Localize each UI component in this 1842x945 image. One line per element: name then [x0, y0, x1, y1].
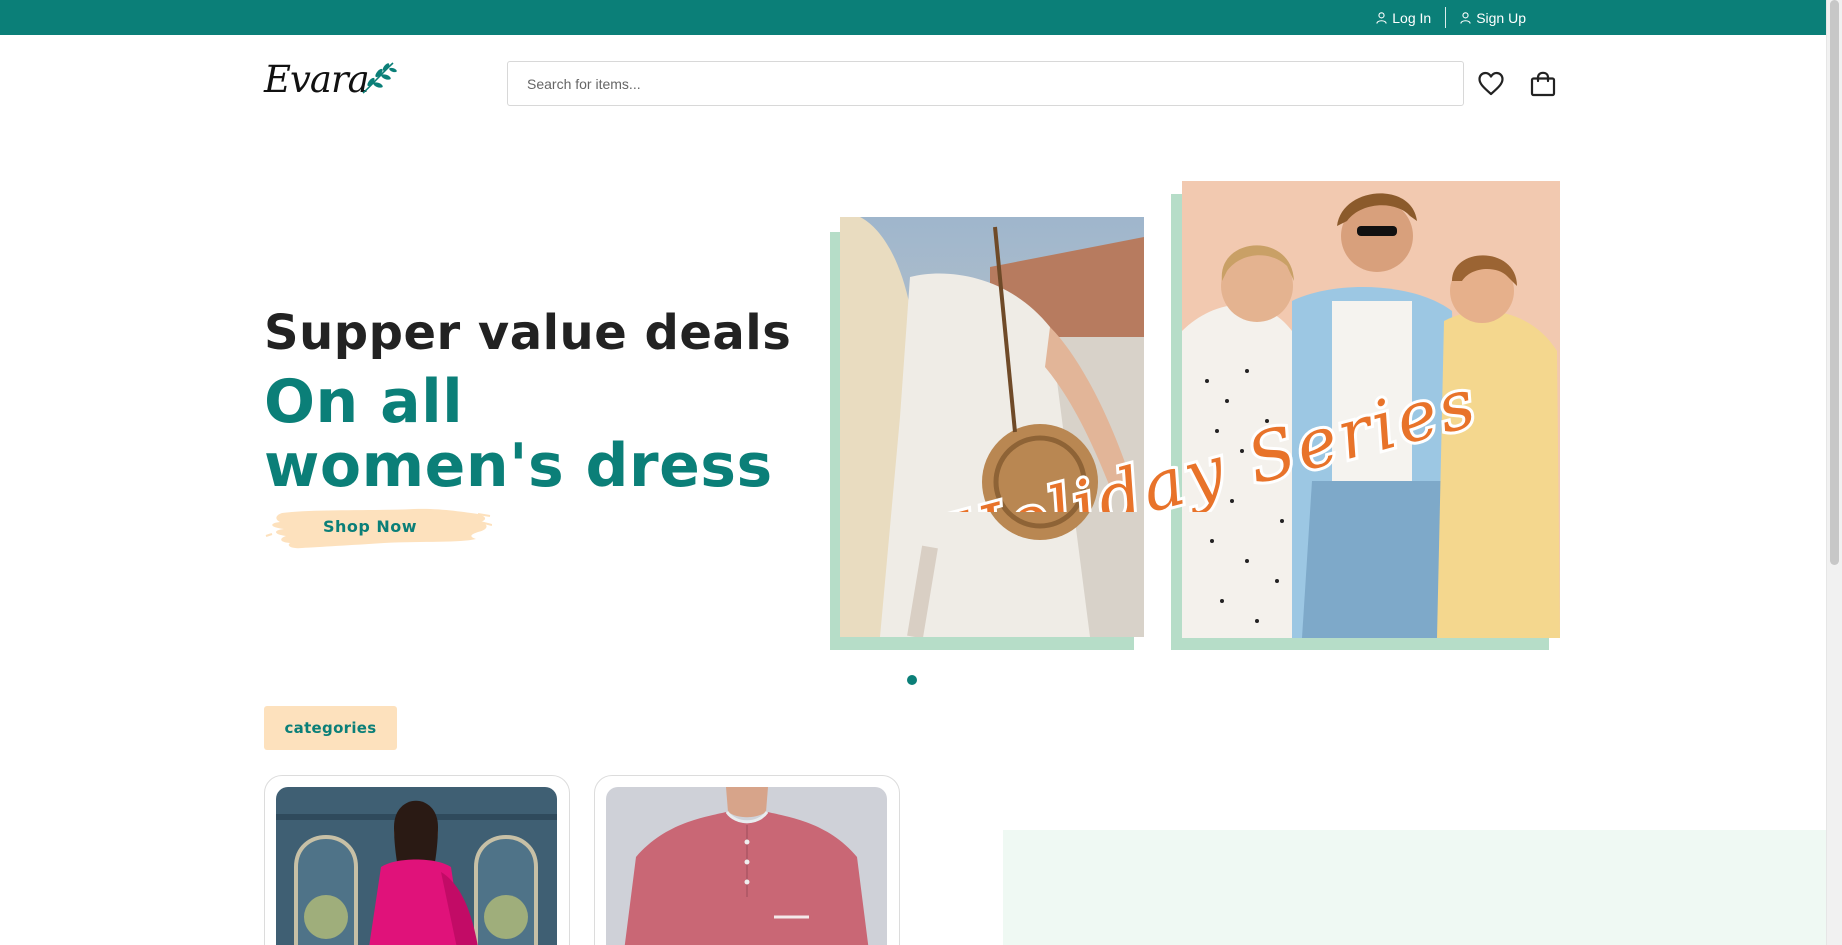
login-label: Log In: [1392, 9, 1432, 26]
user-icon: [1376, 11, 1387, 24]
divider: [1445, 7, 1447, 28]
page-scrollbar[interactable]: [1826, 0, 1842, 945]
leaf-icon: [362, 62, 397, 94]
hero-subheadline: On all women's dress: [264, 367, 773, 501]
hero-collage: Holiday Series Holiday Series: [828, 180, 1560, 650]
category-image-woman-pink-dress: [276, 787, 557, 945]
login-link[interactable]: Log In: [1376, 10, 1431, 26]
categories-tag: categories: [264, 706, 397, 750]
heart-icon: [1478, 71, 1504, 96]
search-input[interactable]: [507, 61, 1464, 106]
top-bar: Log In Sign Up: [0, 0, 1826, 35]
signup-link[interactable]: Sign Up: [1460, 10, 1526, 26]
shop-now-label: Shop Now: [322, 516, 418, 536]
signup-label: Sign Up: [1476, 9, 1526, 26]
promo-panel: [1003, 830, 1826, 945]
user-icon: [1460, 11, 1471, 24]
hero-headline: Supper value deals: [264, 305, 792, 361]
slider-dot-active[interactable]: [907, 675, 917, 685]
category-image-man-pink-shirt: [606, 787, 887, 945]
hero-photo-group-friends: [1182, 181, 1560, 638]
category-card[interactable]: [264, 775, 570, 945]
account-links: Log In Sign Up: [1376, 0, 1526, 35]
cart-button[interactable]: [1529, 70, 1557, 98]
shopping-bag-icon: [1530, 71, 1556, 97]
category-card[interactable]: [594, 775, 900, 945]
hero-photo-woman-white-dress: [840, 217, 1144, 637]
logo-text: Evara: [264, 58, 370, 101]
shop-now-button[interactable]: Shop Now: [264, 503, 492, 551]
scrollbar-thumb[interactable]: [1830, 0, 1839, 565]
site-logo[interactable]: Evara: [264, 58, 397, 102]
wishlist-button[interactable]: [1477, 70, 1505, 98]
